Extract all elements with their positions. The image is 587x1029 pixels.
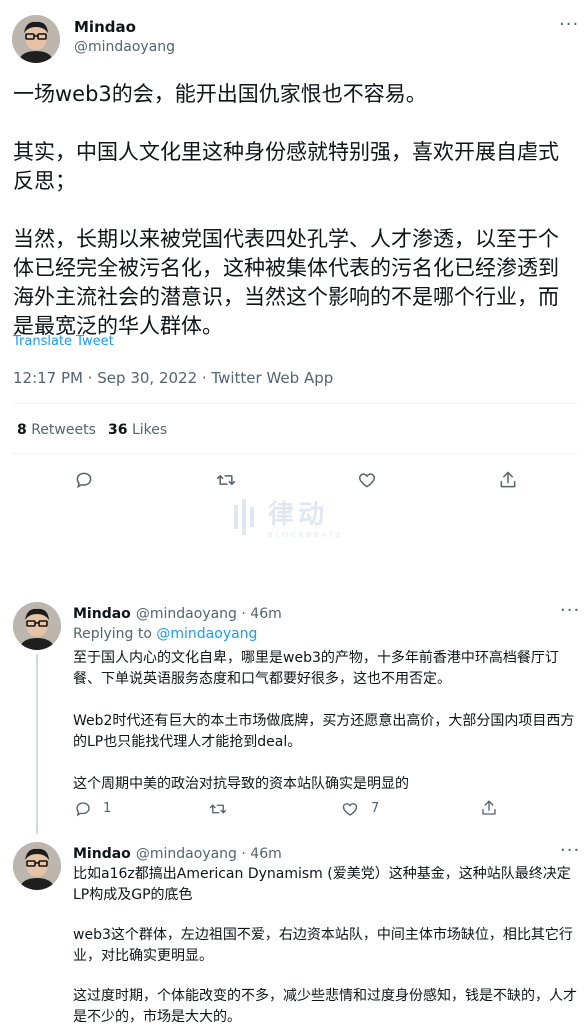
share-icon[interactable] bbox=[496, 468, 520, 492]
divider bbox=[13, 453, 578, 454]
share-icon[interactable] bbox=[479, 798, 499, 818]
watermark-sub: BLOCKBEATS bbox=[268, 531, 344, 539]
replying-to: Replying to @mindaoyang bbox=[73, 626, 257, 642]
tweet-text: 一场web3的会，能开出国仇家恨也不容易。 其实，中国人文化里这种身份感就特别强… bbox=[13, 80, 575, 341]
tweet-paragraph: 其实，中国人文化里这种身份感就特别强，喜欢开展自虐式反思； bbox=[13, 140, 559, 193]
more-options-icon[interactable]: ··· bbox=[559, 14, 579, 35]
watermark-logo: 律动 BLOCKBEATS bbox=[232, 494, 344, 539]
reply-paragraph: 这个周期中美的政治对抗导致的资本站队确实是明显的 bbox=[73, 776, 409, 792]
watermark-bars-icon bbox=[234, 498, 254, 535]
reply-text: 至于国人内心的文化自卑，哪里是web3的产物，十多年前香港中环高档餐厅订餐、下单… bbox=[73, 648, 578, 795]
likes-label: Likes bbox=[131, 422, 168, 438]
tweet-timestamp[interactable]: 12:17 PM · Sep 30, 2022 · Twitter Web Ap… bbox=[13, 369, 333, 387]
reply-icon[interactable] bbox=[73, 799, 93, 819]
reply-author-meta[interactable]: @mindaoyang · 46m bbox=[136, 846, 282, 862]
retweets-stat[interactable]: 8 Retweets bbox=[17, 422, 96, 438]
tweet-paragraph: 当然，长期以来被党国代表四处孔学、人才渗透，以至于个体已经完全被污名化，这种被集… bbox=[13, 227, 559, 338]
likes-stat[interactable]: 36 Likes bbox=[108, 422, 167, 438]
reply-paragraph: web3这个群体，左边祖国不爱，右边资本站队，中间主体市场缺位，相比其它行业，对… bbox=[73, 927, 573, 964]
reply-paragraph: 比如a16z都搞出American Dynamism (爱美党）这种基金，这种站… bbox=[73, 866, 571, 903]
retweet-icon[interactable] bbox=[213, 468, 239, 492]
retweet-icon[interactable] bbox=[207, 799, 229, 819]
reply-author-name[interactable]: Mindao bbox=[73, 606, 131, 622]
reply-icon[interactable] bbox=[72, 468, 96, 492]
reply-paragraph: 至于国人内心的文化自卑，哪里是web3的产物，十多年前香港中环高档餐厅订餐、下单… bbox=[73, 650, 559, 687]
thread-line bbox=[36, 654, 38, 834]
avatar[interactable] bbox=[13, 842, 61, 890]
author-name[interactable]: Mindao bbox=[74, 18, 136, 36]
reply-author-name[interactable]: Mindao bbox=[73, 846, 131, 862]
reply-author-meta[interactable]: @mindaoyang · 46m bbox=[136, 606, 282, 622]
retweets-label: Retweets bbox=[31, 422, 96, 438]
reply-text: 比如a16z都搞出American Dynamism (爱美党）这种基金，这种站… bbox=[73, 864, 578, 1028]
replying-to-handle[interactable]: @mindaoyang bbox=[156, 626, 257, 642]
reply-paragraph: 这过度时期，个体能改变的不多，减少些悲情和过度身份感知，钱是不缺的，人才是不少的… bbox=[73, 988, 577, 1025]
avatar[interactable] bbox=[12, 15, 60, 63]
watermark-brand: 律动 bbox=[268, 500, 329, 530]
divider bbox=[13, 403, 578, 404]
tweet-paragraph: 一场web3的会，能开出国仇家恨也不容易。 bbox=[13, 82, 427, 106]
reply-header: Mindao @mindaoyang · 46m bbox=[73, 603, 282, 622]
author-handle[interactable]: @mindaoyang bbox=[74, 39, 175, 55]
replying-to-label: Replying to bbox=[73, 626, 152, 642]
reply-count: 1 bbox=[103, 801, 112, 816]
reply-paragraph: Web2时代还有巨大的本土市场做底牌，买方还愿意出高价，大部分国内项目西方的LP… bbox=[73, 713, 575, 750]
like-icon[interactable] bbox=[340, 799, 360, 819]
translate-tweet-link[interactable]: Translate Tweet bbox=[13, 334, 114, 349]
like-count: 7 bbox=[371, 801, 380, 816]
likes-count: 36 bbox=[108, 422, 128, 438]
like-icon[interactable] bbox=[355, 468, 379, 492]
reply-header: Mindao @mindaoyang · 46m bbox=[73, 843, 282, 862]
avatar[interactable] bbox=[13, 602, 61, 650]
retweets-count: 8 bbox=[17, 422, 27, 438]
more-options-icon[interactable]: ··· bbox=[560, 840, 580, 861]
more-options-icon[interactable]: ··· bbox=[560, 600, 580, 621]
